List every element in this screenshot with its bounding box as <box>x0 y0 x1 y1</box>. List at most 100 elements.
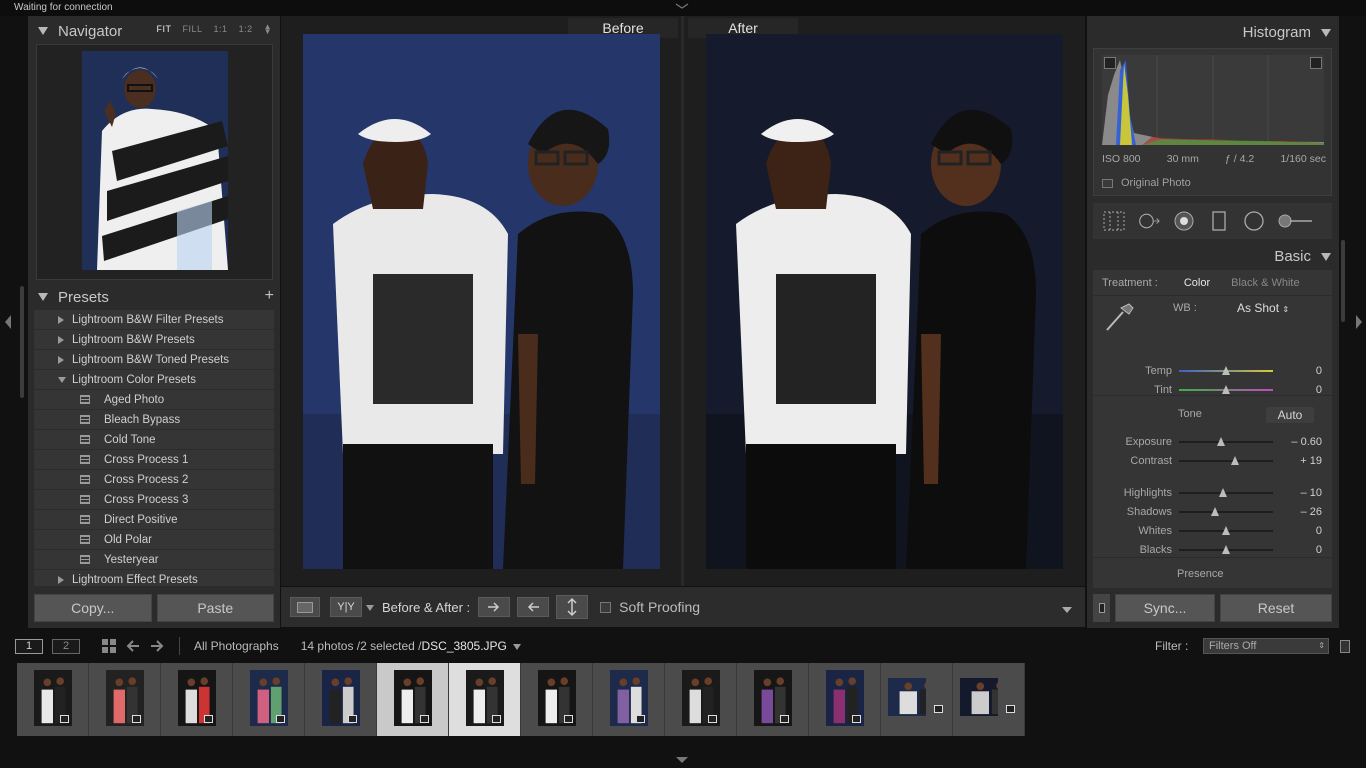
filmstrip-thumbnail[interactable] <box>449 663 521 736</box>
preset-folder[interactable]: Lightroom Effect Presets <box>34 570 274 586</box>
filmstrip-thumbnail[interactable] <box>881 663 953 736</box>
slider-thumb[interactable] <box>1217 437 1226 446</box>
slider-tint[interactable] <box>1179 385 1273 394</box>
filmstrip-thumbnail[interactable] <box>737 663 809 736</box>
navigator-photo[interactable] <box>82 51 228 270</box>
grid-view-icon[interactable] <box>101 638 117 654</box>
histogram-graph[interactable] <box>1102 55 1324 145</box>
wb-eyedropper-icon[interactable] <box>1103 302 1135 332</box>
filmstrip-thumbnail[interactable] <box>593 663 665 736</box>
sync-switch[interactable] <box>1093 594 1110 622</box>
auto-tone-button[interactable]: Auto <box>1266 407 1314 423</box>
slider-thumb[interactable] <box>1231 456 1240 465</box>
mode-dropdown-icon[interactable] <box>366 600 374 614</box>
copy-after-to-before-button[interactable] <box>517 597 550 617</box>
filmstrip-thumbnail[interactable] <box>161 663 233 736</box>
zoom-1-2[interactable]: 1:2 <box>239 24 253 34</box>
histogram-header[interactable]: Histogram <box>1243 24 1331 41</box>
wb-select[interactable]: As Shot ⇕ <box>1237 301 1289 315</box>
expand-triangle-icon[interactable] <box>58 355 64 364</box>
preset-item[interactable]: Cold Tone <box>34 430 274 450</box>
after-photo[interactable] <box>706 34 1063 569</box>
copy-button[interactable]: Copy... <box>34 594 152 622</box>
zoom-fill[interactable]: FILL <box>183 24 203 34</box>
add-preset-icon[interactable]: + <box>265 288 274 304</box>
radial-filter-icon[interactable] <box>1243 210 1265 232</box>
arrow-forward-icon[interactable] <box>149 639 165 653</box>
treatment-bw[interactable]: Black & White <box>1231 277 1299 289</box>
slider-contrast[interactable] <box>1179 456 1273 465</box>
preset-item[interactable]: Cross Process 3 <box>34 490 274 510</box>
collapse-triangle-icon[interactable] <box>58 376 66 383</box>
right-panel-scrollbar[interactable] <box>1341 240 1345 322</box>
filmstrip-thumbnail[interactable] <box>809 663 881 736</box>
top-panel-toggle-icon[interactable] <box>675 3 689 9</box>
filmstrip-thumbnail[interactable] <box>521 663 593 736</box>
slider-value[interactable]: 0 <box>1316 544 1322 556</box>
current-filename[interactable]: DSC_3805.JPG <box>421 639 506 653</box>
soft-proofing-checkbox[interactable] <box>600 601 612 613</box>
collapse-triangle-icon[interactable] <box>1321 252 1331 261</box>
preset-item[interactable]: Aged Photo <box>34 390 274 410</box>
preset-folder[interactable]: Lightroom B&W Presets <box>34 330 274 350</box>
filmstrip-thumbnail[interactable] <box>17 663 89 736</box>
zoom-1-1[interactable]: 1:1 <box>214 24 228 34</box>
reset-button[interactable]: Reset <box>1220 594 1332 622</box>
crop-overlay-icon[interactable] <box>1103 210 1125 232</box>
highlight-clipping-button[interactable] <box>1310 57 1322 69</box>
toolbar-options-icon[interactable] <box>1061 603 1073 617</box>
preset-item[interactable]: Cross Process 2 <box>34 470 274 490</box>
collapse-triangle-icon[interactable] <box>38 293 48 301</box>
filter-lock-icon[interactable] <box>1340 640 1350 653</box>
basic-header[interactable]: Basic <box>1274 248 1331 265</box>
slider-shadows[interactable] <box>1179 507 1273 516</box>
preset-item[interactable]: Bleach Bypass <box>34 410 274 430</box>
filter-select[interactable]: Filters Off ⇕ <box>1203 638 1329 654</box>
slider-thumb[interactable] <box>1222 526 1230 535</box>
slider-thumb[interactable] <box>1219 488 1228 497</box>
preset-item[interactable]: Direct Positive <box>34 510 274 530</box>
spot-removal-icon[interactable] <box>1138 210 1160 232</box>
left-panel-scrollbar[interactable] <box>20 286 24 398</box>
slider-value[interactable]: + 19 <box>1300 455 1322 467</box>
loupe-view-button[interactable] <box>290 597 320 617</box>
sync-button[interactable]: Sync... <box>1115 594 1215 622</box>
preset-item[interactable]: Cross Process 1 <box>34 450 274 470</box>
preset-folder[interactable]: Lightroom B&W Toned Presets <box>34 350 274 370</box>
zoom-fit[interactable]: FIT <box>157 24 172 34</box>
slider-value[interactable]: 0 <box>1316 365 1322 377</box>
slider-value[interactable]: – 10 <box>1301 487 1322 499</box>
before-photo[interactable] <box>303 34 660 569</box>
slider-blacks[interactable] <box>1179 545 1273 554</box>
adjustment-brush-icon[interactable] <box>1278 210 1314 232</box>
expand-triangle-icon[interactable] <box>58 315 64 324</box>
expand-triangle-icon[interactable] <box>58 335 64 344</box>
filmstrip-thumbnail[interactable] <box>89 663 161 736</box>
collapse-triangle-icon[interactable] <box>1321 28 1331 37</box>
preset-folder[interactable]: Lightroom Color Presets <box>34 370 274 390</box>
slider-temp[interactable] <box>1179 366 1273 375</box>
navigator-preview[interactable] <box>36 44 273 280</box>
slider-highlights[interactable] <box>1179 488 1273 497</box>
filename-dropdown-icon[interactable] <box>512 639 521 653</box>
copy-before-to-after-button[interactable] <box>478 597 511 617</box>
red-eye-icon[interactable] <box>1173 210 1195 232</box>
slider-value[interactable]: – 26 <box>1301 506 1322 518</box>
soft-proofing-toggle[interactable]: Soft Proofing <box>600 599 700 615</box>
preset-item[interactable]: Yesteryear <box>34 550 274 570</box>
filmstrip-thumbnail[interactable] <box>665 663 737 736</box>
expand-triangle-icon[interactable] <box>58 575 64 584</box>
shadow-clipping-button[interactable] <box>1104 57 1116 69</box>
slider-thumb[interactable] <box>1222 385 1230 394</box>
filmstrip-thumbnail[interactable] <box>305 663 377 736</box>
paste-button[interactable]: Paste <box>156 594 274 622</box>
bottom-panel-toggle-icon[interactable] <box>675 756 689 764</box>
slider-whites[interactable] <box>1179 526 1273 535</box>
preset-folder[interactable]: Lightroom B&W Filter Presets <box>34 310 274 330</box>
arrow-back-icon[interactable] <box>125 639 141 653</box>
secondary-window-button[interactable]: 2 <box>52 638 80 654</box>
slider-thumb[interactable] <box>1222 545 1230 554</box>
graduated-filter-icon[interactable] <box>1208 210 1230 232</box>
treatment-color[interactable]: Color <box>1184 277 1210 289</box>
slider-thumb[interactable] <box>1210 507 1219 516</box>
